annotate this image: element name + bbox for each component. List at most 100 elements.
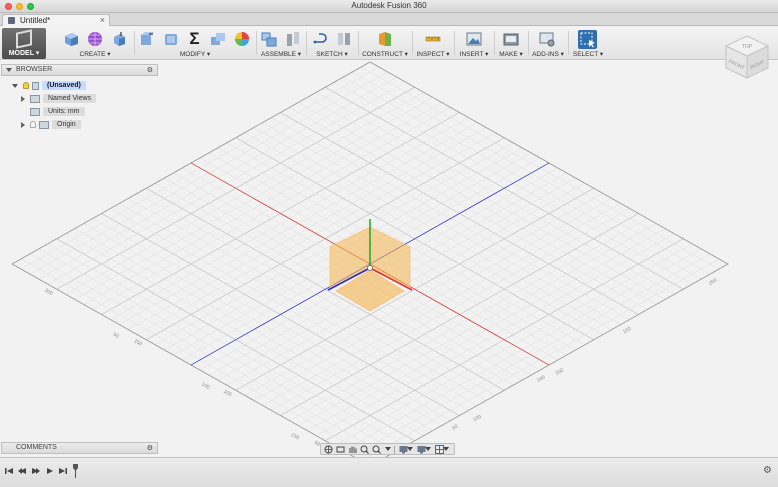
grid-label: 150 bbox=[555, 367, 565, 376]
dropdown-arrow-icon[interactable] bbox=[443, 445, 449, 454]
browser-node-named-views[interactable]: Named Views bbox=[21, 93, 97, 104]
assemble-group: ASSEMBLE ▾ bbox=[258, 28, 304, 59]
insert-group: INSERT ▾ bbox=[456, 28, 492, 59]
zoom-window-icon[interactable] bbox=[371, 445, 381, 454]
construct-menu[interactable]: CONSTRUCT ▾ bbox=[360, 50, 410, 58]
new-component-icon[interactable] bbox=[260, 30, 277, 47]
toolbar-separator bbox=[256, 31, 257, 55]
comments-options-icon[interactable]: ⚙ bbox=[147, 444, 153, 452]
dropdown-arrow-icon[interactable] bbox=[407, 445, 413, 454]
folder-icon bbox=[30, 94, 40, 103]
fillet-icon[interactable] bbox=[162, 30, 179, 47]
combine-icon[interactable] bbox=[209, 30, 226, 47]
look-at-icon[interactable] bbox=[335, 445, 345, 454]
window-title: Autodesk Fusion 360 bbox=[351, 1, 427, 10]
origin-label[interactable]: Origin bbox=[52, 120, 81, 129]
root-component-label[interactable]: (Unsaved) bbox=[42, 81, 86, 90]
sigma-icon[interactable]: Σ bbox=[186, 29, 203, 48]
browser-options-icon[interactable]: ⚙ bbox=[147, 66, 153, 74]
units-icon bbox=[30, 107, 40, 116]
workspace-switcher[interactable]: MODEL ▾ bbox=[2, 28, 46, 59]
press-pull-icon[interactable] bbox=[137, 30, 154, 47]
orbit-icon[interactable] bbox=[323, 445, 333, 454]
grid-label: 100 bbox=[472, 414, 482, 423]
grid-label: 50 bbox=[112, 332, 120, 340]
timeline-settings-icon[interactable]: ⚙ bbox=[763, 465, 772, 476]
make-menu[interactable]: MAKE ▾ bbox=[496, 50, 526, 58]
collapse-icon[interactable] bbox=[6, 68, 12, 72]
document-tab[interactable]: Untitled* × bbox=[2, 14, 110, 26]
grid-line bbox=[11, 263, 355, 457]
toolbar-separator bbox=[568, 31, 569, 55]
assemble-menu[interactable]: ASSEMBLE ▾ bbox=[258, 50, 304, 58]
view-cube[interactable]: TOP FRONT RIGHT bbox=[722, 34, 772, 80]
add-ins-menu[interactable]: ADD-INS ▾ bbox=[530, 50, 566, 58]
navigation-bar bbox=[320, 443, 455, 455]
canvas-viewport[interactable]: 20015010050501001505010015050100150200 bbox=[0, 61, 778, 457]
grid-line bbox=[20, 258, 373, 457]
go-to-end-icon[interactable] bbox=[58, 466, 68, 476]
named-views-label[interactable]: Named Views bbox=[43, 94, 97, 103]
joint-icon[interactable] bbox=[284, 30, 301, 47]
appearance-icon[interactable] bbox=[233, 30, 250, 47]
expand-icon[interactable] bbox=[21, 121, 25, 128]
insert-image-icon[interactable] bbox=[465, 30, 482, 47]
document-tab-label: Untitled* bbox=[20, 16, 51, 25]
comments-title: COMMENTS bbox=[16, 444, 57, 451]
expand-icon[interactable] bbox=[21, 95, 25, 102]
dropdown-arrow-icon[interactable] bbox=[425, 445, 431, 454]
insert-menu[interactable]: INSERT ▾ bbox=[456, 50, 492, 58]
inspect-menu[interactable]: INSPECT ▾ bbox=[414, 50, 452, 58]
document-node-icon bbox=[32, 81, 39, 90]
expand-icon[interactable] bbox=[12, 83, 18, 88]
stop-sketch-icon[interactable] bbox=[335, 30, 352, 47]
browser-node-origin[interactable]: Origin bbox=[21, 119, 81, 130]
toolbar: MODEL ▾ CREATE ▾ Σ MODIFY ▾ ASSEMBLE ▾ S… bbox=[0, 27, 778, 60]
document-tab-bar: Untitled* × bbox=[0, 13, 778, 26]
toolbar-separator bbox=[134, 31, 135, 55]
browser-panel[interactable]: BROWSER ⚙ bbox=[1, 64, 158, 76]
grid-label: 200 bbox=[43, 288, 53, 297]
toolbar-separator bbox=[494, 31, 495, 55]
inspect-group: INSPECT ▾ bbox=[414, 28, 452, 59]
create-sketch-icon[interactable] bbox=[312, 30, 329, 47]
sketch-menu[interactable]: SKETCH ▾ bbox=[308, 50, 356, 58]
document-icon bbox=[8, 17, 15, 24]
select-group: SELECT ▾ bbox=[570, 28, 606, 59]
create-menu[interactable]: CREATE ▾ bbox=[58, 50, 132, 58]
zoom-icon[interactable] bbox=[359, 445, 369, 454]
extrude-icon[interactable] bbox=[110, 30, 127, 47]
fusion-window: Autodesk Fusion 360 Untitled* × MODEL ▾ bbox=[0, 0, 778, 487]
toolbar-separator bbox=[412, 31, 413, 55]
dropdown-arrow-icon[interactable] bbox=[383, 445, 393, 454]
select-icon[interactable] bbox=[578, 30, 597, 49]
3d-print-icon[interactable] bbox=[502, 30, 519, 47]
modify-menu[interactable]: MODIFY ▾ bbox=[137, 50, 253, 58]
timeline-marker-icon[interactable] bbox=[73, 464, 78, 478]
sketch-group: SKETCH ▾ bbox=[308, 28, 356, 59]
go-to-start-icon[interactable] bbox=[4, 466, 14, 476]
origin-point bbox=[367, 265, 373, 271]
scripts-addins-icon[interactable] bbox=[538, 30, 555, 47]
grid-label: 150 bbox=[133, 338, 143, 347]
box-icon[interactable] bbox=[62, 30, 79, 47]
comments-panel[interactable]: COMMENTS ⚙ bbox=[1, 442, 158, 454]
visibility-bulb-icon[interactable] bbox=[23, 82, 29, 89]
select-menu[interactable]: SELECT ▾ bbox=[570, 50, 606, 58]
units-label[interactable]: Units: mm bbox=[43, 107, 85, 116]
browser-node-units[interactable]: Units: mm bbox=[30, 106, 85, 117]
browser-title: BROWSER bbox=[16, 66, 53, 73]
close-tab-icon[interactable]: × bbox=[100, 15, 105, 25]
step-back-icon[interactable] bbox=[17, 466, 27, 476]
grid-label: 100 bbox=[200, 382, 210, 391]
visibility-bulb-icon[interactable] bbox=[30, 121, 36, 128]
measure-icon[interactable] bbox=[424, 30, 441, 47]
step-forward-icon[interactable] bbox=[45, 466, 55, 476]
offset-plane-icon[interactable] bbox=[376, 30, 393, 47]
sphere-icon[interactable] bbox=[86, 30, 103, 47]
play-icon[interactable] bbox=[31, 466, 41, 476]
pan-icon[interactable] bbox=[347, 445, 357, 454]
toolbar-separator bbox=[306, 31, 307, 55]
grid-label: 200 bbox=[708, 277, 718, 286]
browser-root-node[interactable]: (Unsaved) bbox=[12, 80, 86, 91]
